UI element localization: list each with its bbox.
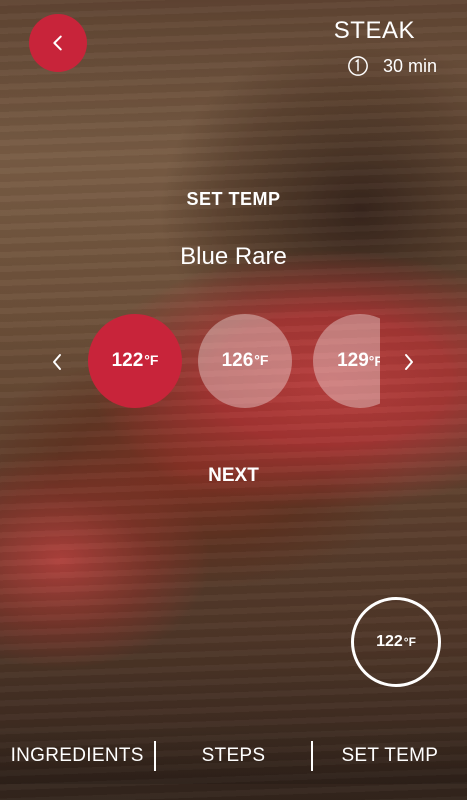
next-button[interactable]: NEXT bbox=[0, 465, 467, 487]
temp-option-value: 129 bbox=[337, 350, 369, 371]
bottom-nav: INGREDIENTS STEPS SET TEMP bbox=[0, 728, 467, 784]
recipe-title: STEAK bbox=[333, 17, 415, 44]
temp-unit: °F bbox=[254, 352, 269, 368]
current-temp-value: 122 bbox=[376, 633, 403, 650]
clock-icon bbox=[348, 56, 368, 76]
temp-unit: °F bbox=[144, 352, 159, 368]
nav-set-temp[interactable]: SET TEMP bbox=[313, 745, 467, 767]
current-temp-unit: °F bbox=[403, 635, 416, 649]
chevron-left-icon bbox=[53, 35, 62, 51]
temp-unit: °F bbox=[368, 353, 380, 369]
nav-ingredients[interactable]: INGREDIENTS bbox=[0, 745, 154, 767]
back-button[interactable] bbox=[29, 14, 87, 72]
cook-time: 30 min bbox=[347, 55, 437, 77]
temp-option-partial[interactable]: 129 °F bbox=[313, 314, 380, 408]
cook-time-label: 30 min bbox=[382, 55, 437, 76]
temp-option-value: 122 bbox=[111, 350, 144, 371]
set-temp-heading: SET TEMP bbox=[186, 189, 281, 209]
doneness-label: Blue Rare bbox=[180, 243, 287, 270]
current-temp-badge[interactable]: 122 °F bbox=[351, 597, 441, 687]
chevron-right-icon[interactable] bbox=[402, 352, 416, 372]
temp-option-value: 126 bbox=[221, 350, 254, 371]
chevron-left-icon[interactable] bbox=[50, 352, 64, 372]
temp-option[interactable]: 126 °F bbox=[198, 314, 292, 408]
nav-steps[interactable]: STEPS bbox=[156, 745, 310, 767]
temp-option-selected[interactable]: 122 °F bbox=[88, 314, 182, 408]
